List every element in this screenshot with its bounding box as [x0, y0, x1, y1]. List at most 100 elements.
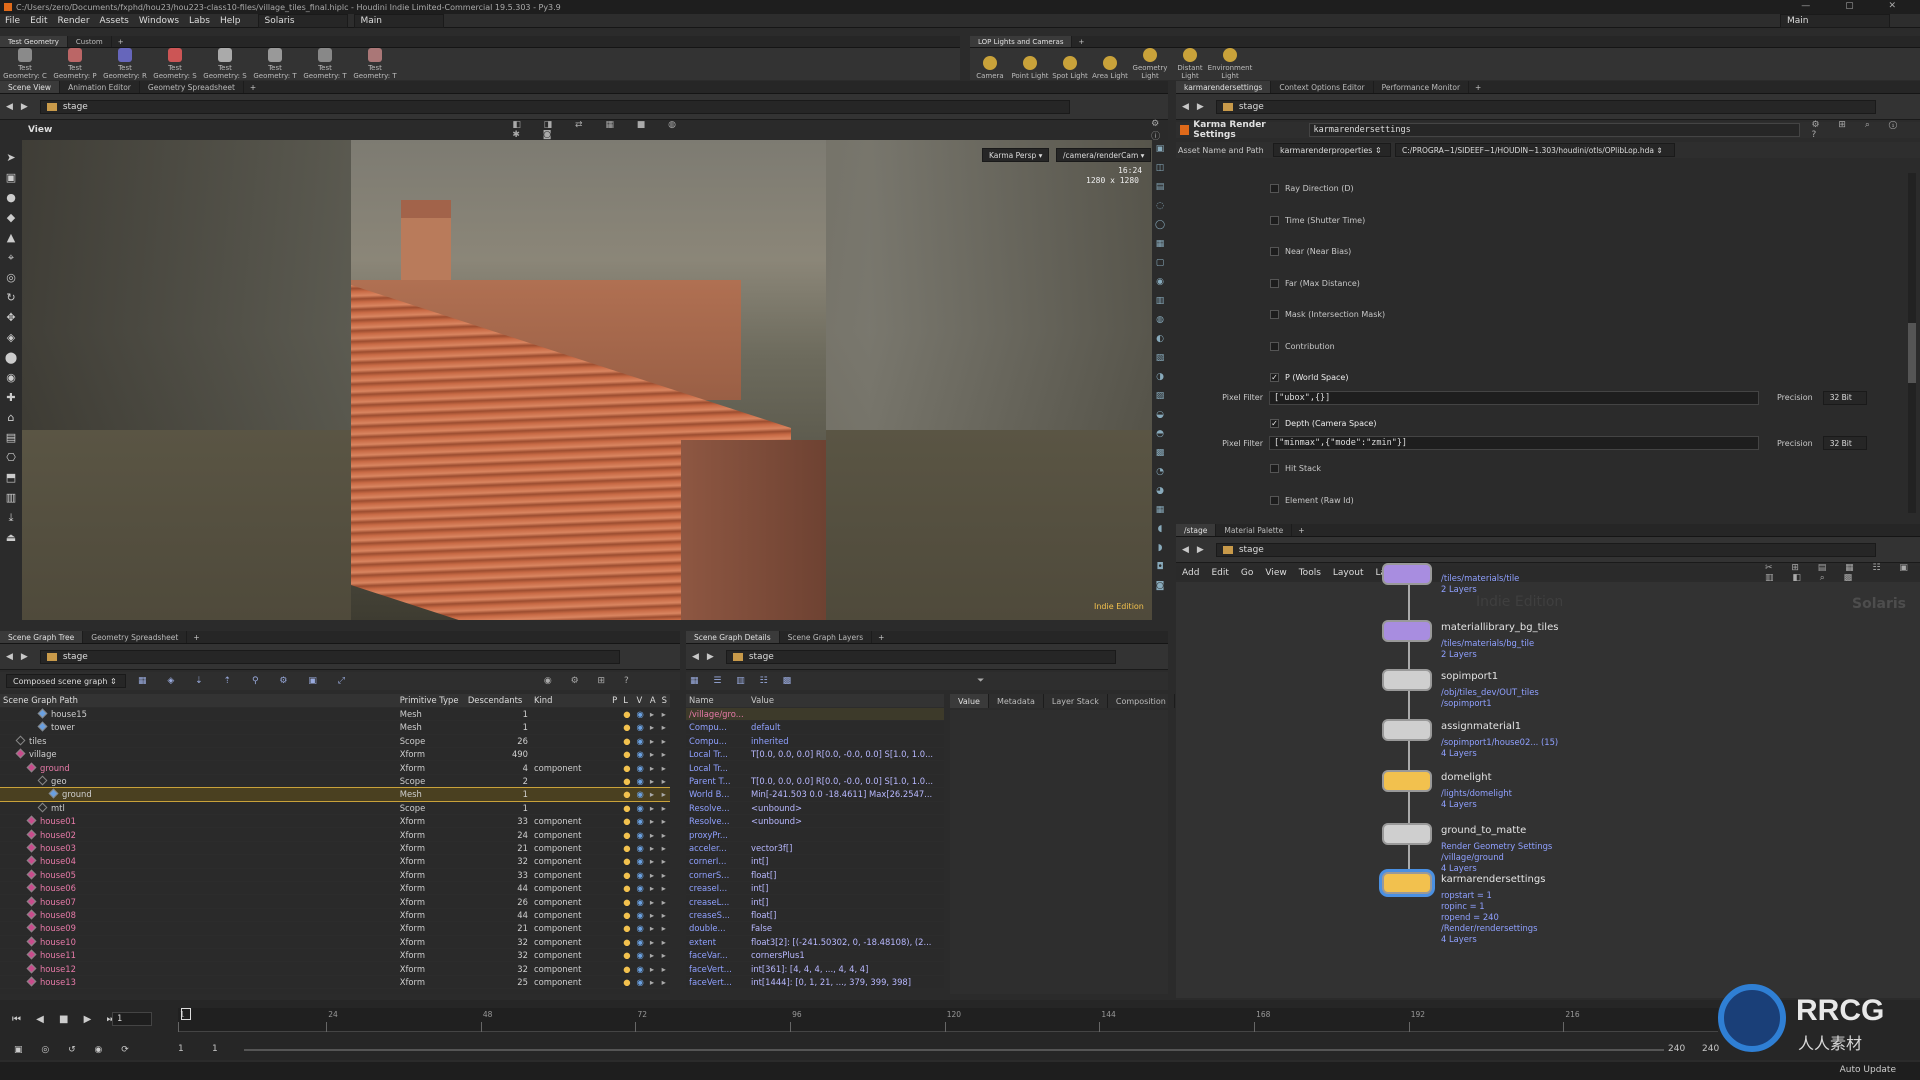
param-checkbox[interactable] — [1270, 184, 1279, 194]
viewer-path-field[interactable]: stage — [39, 99, 1070, 114]
visibility-toggle-icon[interactable]: ◉ — [633, 868, 647, 882]
visibility-toggle-icon[interactable]: ● — [620, 921, 634, 936]
visibility-toggle-icon[interactable]: ▸ — [646, 827, 659, 842]
tab-performance-monitor[interactable]: Performance Monitor — [1374, 81, 1470, 93]
scene-graph-col[interactable]: Primitive Type — [396, 694, 465, 708]
visibility-toggle-icon[interactable]: ▸ — [646, 894, 659, 909]
table-row[interactable]: house08 Xform 44 component ● ◉ ▸ ▸ — [0, 908, 670, 923]
camera-menu[interactable]: /camera/renderCam ▾ — [1056, 148, 1152, 162]
menu-item-edit[interactable]: Edit — [25, 16, 52, 26]
visibility-toggle-icon[interactable]: ▸ — [658, 935, 670, 949]
visibility-toggle-icon[interactable]: ▸ — [658, 747, 670, 762]
table-row[interactable]: faceVert... int[361]: [4, 4, 4, ..., 4, 4… — [686, 961, 944, 976]
visibility-toggle-icon[interactable]: ● — [620, 827, 634, 842]
visibility-toggle-icon[interactable] — [609, 787, 621, 802]
visibility-toggle-icon[interactable]: ▸ — [646, 948, 659, 963]
visibility-toggle-icon[interactable]: ▸ — [658, 881, 670, 896]
visibility-toggle-icon[interactable]: ◉ — [633, 854, 647, 869]
visibility-toggle-icon[interactable]: ● — [620, 935, 634, 949]
tab-scene-view[interactable]: Scene View — [0, 81, 61, 93]
menu-item-render[interactable]: Render — [53, 16, 95, 26]
visibility-toggle-icon[interactable]: ▸ — [658, 707, 670, 722]
visibility-toggle-icon[interactable]: ▸ — [658, 908, 670, 923]
shelf-tab-custom[interactable]: Custom — [68, 36, 112, 47]
shelf-tool-spot-light[interactable]: Spot Light — [1050, 56, 1090, 80]
params-path-field[interactable]: stage — [1215, 99, 1876, 114]
visibility-toggle-icon[interactable]: ▸ — [646, 707, 659, 722]
menu-item-assets[interactable]: Assets — [95, 16, 134, 26]
menu-item-labs[interactable]: Labs — [184, 16, 215, 26]
tab-geometry-spreadsheet-2[interactable]: Geometry Spreadsheet — [83, 631, 188, 643]
visibility-toggle-icon[interactable]: ◉ — [633, 881, 647, 896]
visibility-toggle-icon[interactable]: ▸ — [658, 760, 670, 775]
visibility-toggle-icon[interactable]: ● — [620, 854, 634, 869]
table-row[interactable]: double... False — [686, 921, 944, 936]
shelf-tool-test-geometry[interactable]: Test Geometry: C — [0, 48, 50, 80]
viewer-settings-icon[interactable]: ⚙ ⓘ — [1151, 119, 1168, 142]
visibility-toggle-icon[interactable]: ◉ — [633, 935, 647, 949]
table-row[interactable]: acceler... vector3f[] — [686, 841, 944, 856]
scene-graph-col[interactable]: Kind — [530, 694, 610, 708]
details-col-value[interactable]: Value — [748, 694, 944, 708]
table-row[interactable]: house12 Xform 32 component ● ◉ ▸ ▸ — [0, 961, 670, 976]
visibility-toggle-icon[interactable]: ▸ — [658, 720, 670, 735]
visibility-toggle-icon[interactable] — [609, 894, 621, 909]
details-view-icons[interactable]: ▦ ☰ ▥ ☷ ▩ — [690, 676, 797, 686]
add-tab-icon[interactable]: + — [250, 83, 256, 92]
playback-controls[interactable]: ⏮ ◀ ■ ▶ ⏭ — [12, 1014, 122, 1025]
scene-graph-col[interactable]: V — [633, 694, 647, 708]
shelf-tool-point-light[interactable]: Point Light — [1010, 56, 1050, 80]
details-side-tab[interactable]: Metadata — [989, 694, 1044, 708]
tab-scene-graph-tree[interactable]: Scene Graph Tree — [0, 631, 84, 643]
visibility-toggle-icon[interactable]: ▸ — [646, 774, 659, 789]
visibility-toggle-icon[interactable] — [609, 734, 621, 749]
visibility-toggle-icon[interactable]: ◉ — [633, 747, 647, 762]
visibility-toggle-icon[interactable]: ▸ — [658, 801, 670, 816]
table-row[interactable]: house09 Xform 21 component ● ◉ ▸ ▸ — [0, 921, 670, 936]
add-tab-icon[interactable]: + — [1475, 83, 1481, 92]
table-row[interactable]: house03 Xform 21 component ● ◉ ▸ ▸ — [0, 841, 670, 856]
table-row[interactable]: ground Xform 4 component ● ◉ ▸ ▸ — [0, 760, 670, 775]
shelf-tool-camera[interactable]: Camera — [970, 56, 1010, 80]
visibility-toggle-icon[interactable]: ▸ — [658, 894, 670, 909]
param-checkbox[interactable] — [1270, 495, 1279, 505]
table-row[interactable]: cornerS... float[] — [686, 868, 944, 882]
network-node[interactable] — [1382, 823, 1432, 845]
visibility-toggle-icon[interactable]: ▸ — [658, 854, 670, 869]
main-select[interactable]: Main — [1780, 14, 1890, 28]
details-path-field[interactable]: stage — [725, 649, 1116, 664]
network-menu-tools[interactable]: Tools — [1293, 568, 1327, 578]
visibility-toggle-icon[interactable]: ● — [620, 814, 634, 829]
scene-graph-right-icons[interactable]: ◉ ⚙ ⊞ ? — [544, 676, 637, 686]
network-node[interactable] — [1382, 563, 1432, 585]
composed-scene-graph-select[interactable]: Composed scene graph ⇕ — [6, 674, 126, 688]
visibility-toggle-icon[interactable]: ◉ — [633, 908, 647, 923]
scene-graph-col[interactable]: A — [646, 694, 659, 708]
table-row[interactable]: house02 Xform 24 component ● ◉ ▸ ▸ — [0, 827, 670, 842]
visibility-toggle-icon[interactable]: ◉ — [633, 760, 647, 775]
visibility-toggle-icon[interactable]: ▸ — [658, 921, 670, 936]
scene-graph-col[interactable]: L — [620, 694, 634, 708]
asset-name-select[interactable]: karmarenderproperties ⇕ — [1273, 143, 1391, 157]
shelf-tool-test-geometry[interactable]: Test Geometry: T — [350, 48, 400, 80]
visibility-toggle-icon[interactable]: ▸ — [646, 975, 659, 990]
context-select[interactable]: Main — [353, 13, 444, 28]
shelf-tool-distant-light[interactable]: Distant Light — [1170, 48, 1210, 80]
table-row[interactable]: tiles Scope 26 ● ◉ ▸ ▸ — [0, 734, 670, 749]
network-node[interactable] — [1382, 770, 1432, 792]
visibility-toggle-icon[interactable]: ▸ — [658, 827, 670, 842]
shelf-tool-geometry-light[interactable]: Geometry Light — [1130, 48, 1170, 80]
scene-graph-col[interactable]: Descendants — [464, 694, 531, 708]
table-row[interactable]: house07 Xform 26 component ● ◉ ▸ ▸ — [0, 894, 670, 909]
table-row[interactable]: Local Tr... — [686, 760, 944, 775]
forward-icon[interactable]: ▶ — [1197, 545, 1204, 555]
visibility-toggle-icon[interactable]: ▸ — [646, 747, 659, 762]
visibility-toggle-icon[interactable]: ▸ — [646, 921, 659, 936]
details-side-tab[interactable]: Composition — [1108, 694, 1175, 708]
visibility-toggle-icon[interactable] — [609, 935, 621, 949]
add-tab-icon[interactable]: + — [1078, 38, 1084, 46]
renderer-menu[interactable]: Karma Persp ▾ — [982, 148, 1050, 162]
visibility-toggle-icon[interactable]: ▸ — [646, 720, 659, 735]
param-checkbox[interactable]: ✓ — [1270, 373, 1279, 383]
table-row[interactable]: Resolve... <unbound> — [686, 814, 944, 829]
